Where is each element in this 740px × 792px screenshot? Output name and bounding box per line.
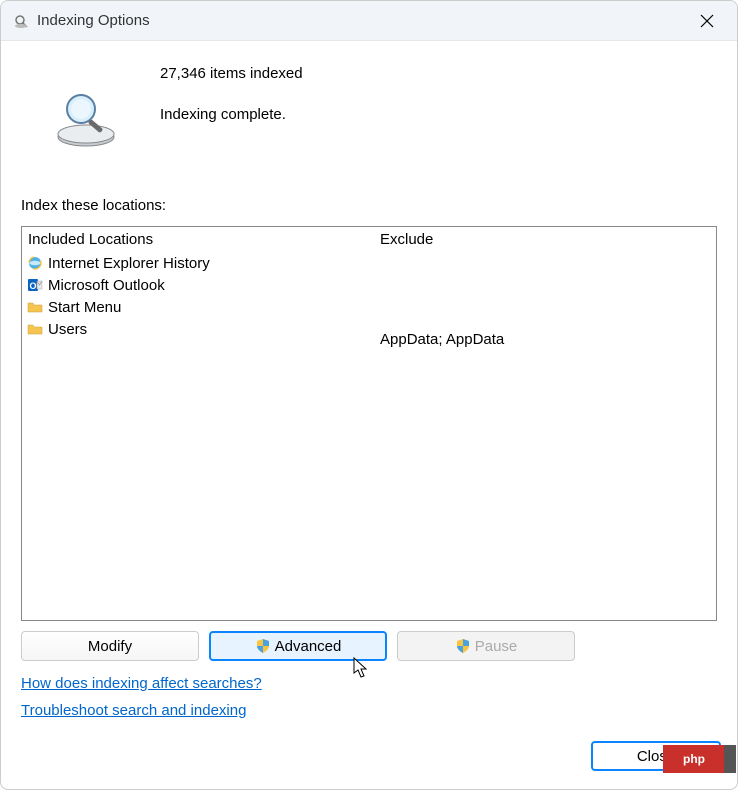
folder-icon	[26, 320, 44, 338]
row-name: Users	[48, 321, 87, 338]
troubleshoot-link[interactable]: Troubleshoot search and indexing	[21, 702, 246, 719]
table-row[interactable]: O Microsoft Outlook	[22, 274, 374, 296]
table-row[interactable]: Users	[22, 318, 374, 340]
row-name: Internet Explorer History	[48, 255, 210, 272]
buttons-row: Modify Advanced Pause	[21, 631, 717, 661]
advanced-label: Advanced	[275, 638, 342, 655]
ie-icon	[26, 254, 44, 272]
included-header: Included Locations	[22, 227, 374, 252]
indexing-options-window: Indexing Options 27,346 items indexed	[0, 0, 738, 790]
pause-label: Pause	[475, 638, 518, 655]
table-row[interactable]: Start Menu	[22, 296, 374, 318]
titlebar: Indexing Options	[1, 1, 737, 41]
locations-table: Included Locations Internet Explorer His…	[21, 226, 717, 621]
pause-button: Pause	[397, 631, 575, 661]
table-row[interactable]: Internet Explorer History	[22, 252, 374, 274]
magnifier-drive-icon	[49, 89, 124, 149]
svg-text:O: O	[29, 281, 36, 291]
items-indexed-count: 27,346 items indexed	[160, 63, 303, 86]
content-area: 27,346 items indexed Indexing complete. …	[1, 41, 737, 749]
shield-icon	[255, 638, 271, 654]
exclude-value	[374, 277, 716, 302]
window-title: Indexing Options	[37, 12, 689, 29]
watermark	[724, 745, 736, 773]
exclude-value	[374, 252, 716, 277]
modify-button[interactable]: Modify	[21, 631, 199, 661]
row-name: Start Menu	[48, 299, 121, 316]
indexing-icon	[13, 13, 29, 29]
status-area: 27,346 items indexed Indexing complete.	[21, 61, 717, 149]
exclude-value	[374, 302, 716, 327]
folder-icon	[26, 298, 44, 316]
close-button[interactable]	[689, 3, 725, 39]
row-name: Microsoft Outlook	[48, 277, 165, 294]
outlook-icon: O	[26, 276, 44, 294]
exclude-value: AppData; AppData	[374, 327, 716, 352]
advanced-button[interactable]: Advanced	[209, 631, 387, 661]
close-icon	[700, 14, 714, 28]
watermark: php	[663, 745, 725, 773]
exclude-header: Exclude	[374, 227, 716, 252]
shield-icon	[455, 638, 471, 654]
modify-label: Modify	[88, 638, 132, 655]
indexing-state: Indexing complete.	[160, 104, 303, 127]
locations-label: Index these locations:	[21, 197, 717, 214]
included-column: Included Locations Internet Explorer His…	[22, 227, 374, 620]
help-links: How does indexing affect searches? Troub…	[21, 675, 717, 719]
exclude-column: Exclude AppData; AppData	[374, 227, 716, 620]
help-link[interactable]: How does indexing affect searches?	[21, 675, 262, 692]
